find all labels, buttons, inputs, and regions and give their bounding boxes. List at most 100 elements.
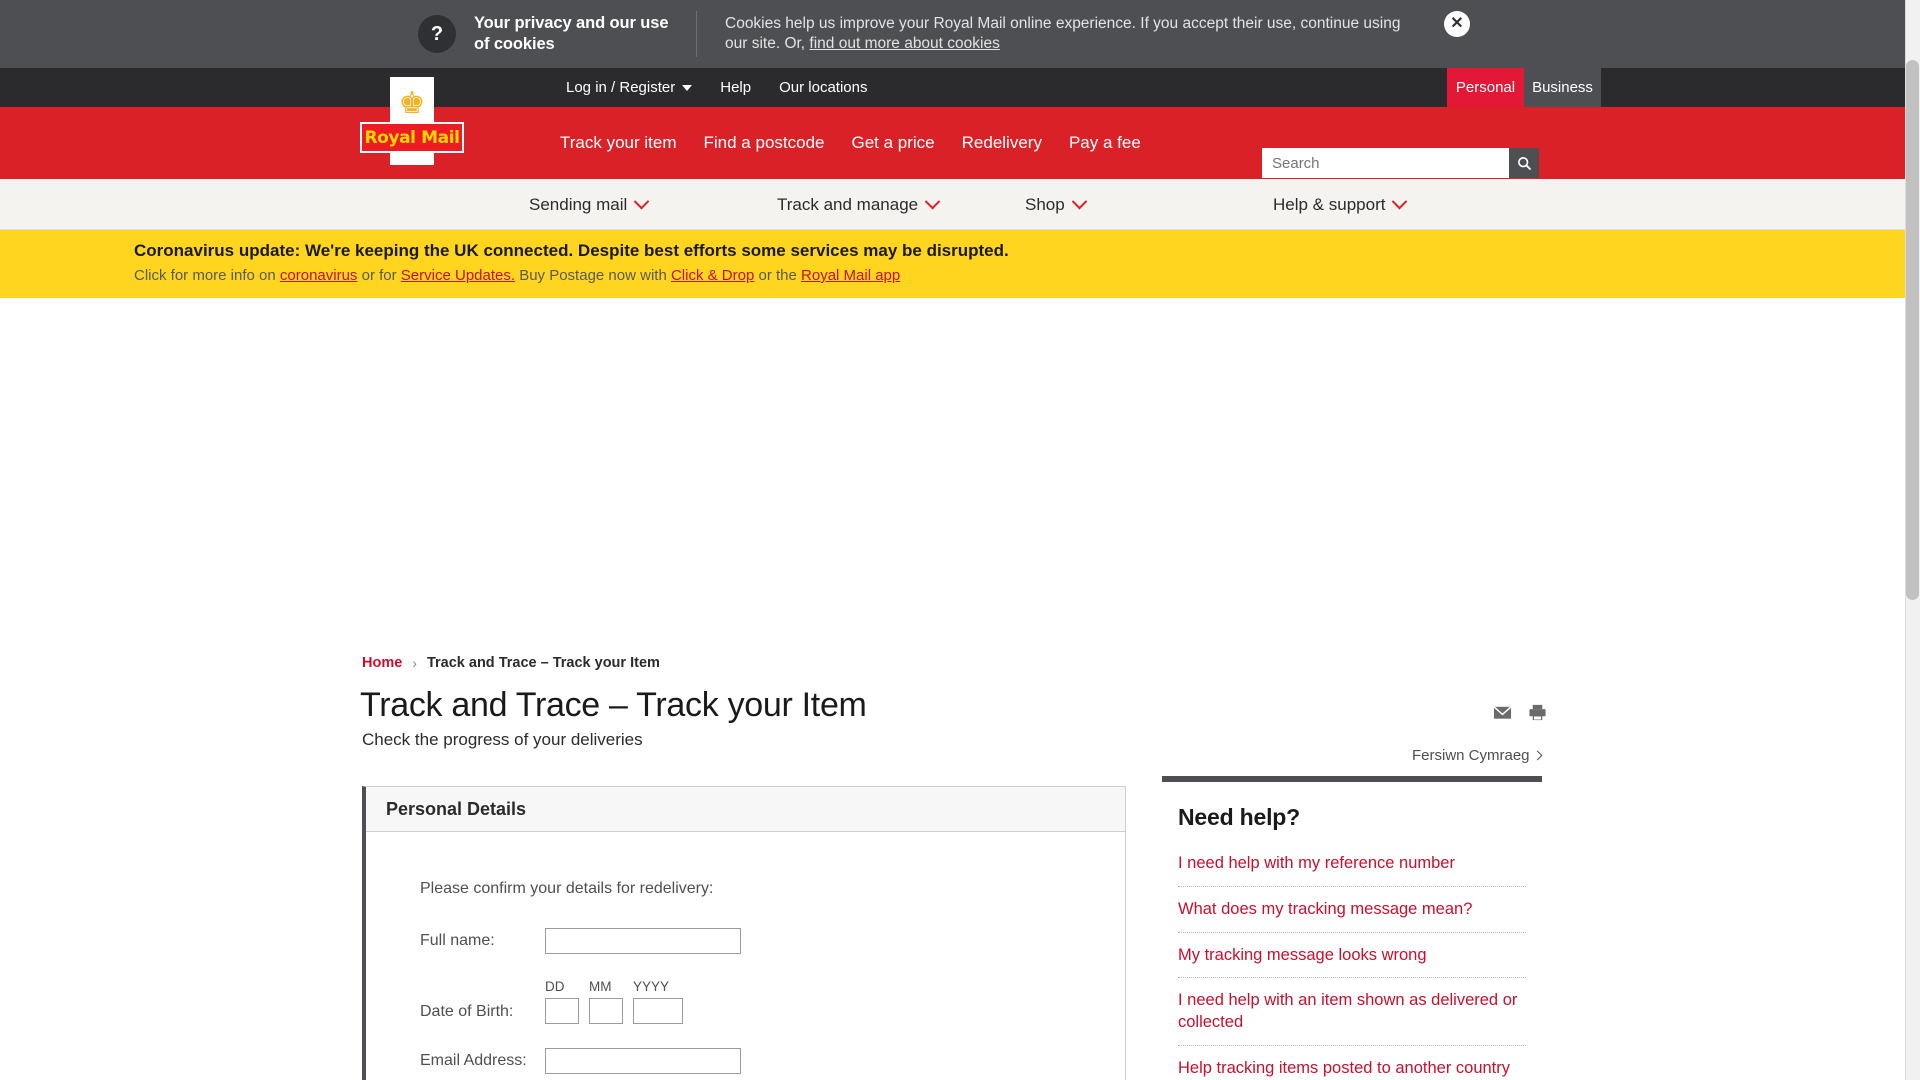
cookie-banner-title: Your privacy and our use of cookies xyxy=(474,13,669,53)
dob-month-caption: MM xyxy=(589,979,612,994)
royal-mail-track-and-trace-page: ? Your privacy and our use of cookies Co… xyxy=(0,0,1920,1080)
mega-menu-bar: Sending mail Track and manage Shop Help … xyxy=(0,179,1920,230)
corona-text-4: or the xyxy=(754,267,802,284)
mega-menu-label: Shop xyxy=(1025,194,1065,214)
dob-year-caption: YYYY xyxy=(633,979,670,994)
logo-foot xyxy=(390,153,434,165)
page-actions xyxy=(1493,703,1547,722)
need-help-list: I need help with my reference number Wha… xyxy=(1178,853,1526,1080)
nav-redelivery[interactable]: Redelivery xyxy=(962,133,1042,153)
coronavirus-link[interactable]: coronavirus xyxy=(280,267,358,284)
email-address-input[interactable] xyxy=(545,1048,741,1074)
page-scrollbar[interactable] xyxy=(1905,0,1920,1080)
full-name-label: Full name: xyxy=(420,932,495,949)
logo-nameplate: Royal Mail xyxy=(360,122,464,153)
search-icon xyxy=(1517,156,1531,170)
coronavirus-banner-title: Coronavirus update: We're keeping the UK… xyxy=(134,241,1009,260)
chevron-down-icon xyxy=(1392,193,1408,210)
page-subtitle: Check the progress of your deliveries xyxy=(362,730,643,749)
search-input[interactable] xyxy=(1262,148,1509,178)
full-name-input[interactable] xyxy=(545,928,741,954)
site-header: ♚ Royal Mail Track your item Find a post… xyxy=(0,77,1920,179)
mega-menu-sending-mail[interactable]: Sending mail xyxy=(529,193,777,215)
personal-details-panel: Personal Details Please confirm your det… xyxy=(362,786,1126,1080)
royal-mail-app-link[interactable]: Royal Mail app xyxy=(801,267,900,284)
breadcrumb-home-link[interactable]: Home xyxy=(362,655,402,671)
logo-text: Royal Mail xyxy=(364,127,460,148)
search-box xyxy=(1262,148,1539,178)
nav-track-your-item[interactable]: Track your item xyxy=(560,133,677,153)
panel-header: Personal Details xyxy=(366,787,1125,832)
help-link-tracking-message-wrong[interactable]: My tracking message looks wrong xyxy=(1178,945,1526,979)
cookie-find-out-more-link[interactable]: find out more about cookies xyxy=(809,35,999,52)
corona-text-3: Buy Postage now with xyxy=(515,267,671,284)
cookie-banner-divider xyxy=(696,11,697,57)
mega-menu-help-and-support[interactable]: Help & support xyxy=(1273,193,1521,215)
utility-link-label: Help xyxy=(720,79,752,96)
mega-menu-label: Track and manage xyxy=(777,194,919,214)
help-link-items-posted-another-country[interactable]: Help tracking items posted to another co… xyxy=(1178,1058,1526,1080)
scrollbar-thumb[interactable] xyxy=(1906,60,1919,600)
crown-icon: ♚ xyxy=(398,87,426,120)
print-icon[interactable] xyxy=(1528,703,1547,722)
audience-tabs: Personal Business xyxy=(1447,68,1601,107)
dob-month-cell: MM xyxy=(589,979,623,1024)
dob-day-input[interactable] xyxy=(545,998,579,1024)
utility-link-help[interactable]: Help xyxy=(720,79,751,96)
dob-year-cell: YYYY xyxy=(633,979,683,1024)
nav-find-a-postcode[interactable]: Find a postcode xyxy=(704,133,825,153)
cookie-banner-text: Cookies help us improve your Royal Mail … xyxy=(725,14,1425,55)
field-row-email-address: Email Address: xyxy=(420,1048,1125,1074)
help-link-item-delivered-or-collected[interactable]: I need help with an item shown as delive… xyxy=(1178,990,1526,1046)
corona-text-2: or for xyxy=(357,267,401,284)
help-link-tracking-message-mean[interactable]: What does my tracking message mean? xyxy=(1178,899,1526,933)
field-row-date-of-birth: Date of Birth: DD MM YYYY xyxy=(420,979,1125,1024)
mega-menu-track-and-manage[interactable]: Track and manage xyxy=(777,193,1025,215)
utility-link-log-in-register[interactable]: Log in / Register xyxy=(566,79,693,96)
utility-link-label: Log in / Register xyxy=(566,79,676,96)
panel-body: Please confirm your details for redelive… xyxy=(366,832,1125,1080)
click-and-drop-link[interactable]: Click & Drop xyxy=(671,267,754,284)
mega-menu-label: Help & support xyxy=(1273,194,1386,214)
question-mark-icon: ? xyxy=(418,15,456,53)
need-help-heading: Need help? xyxy=(1178,804,1300,830)
utility-links: Log in / Register Help Our locations xyxy=(566,79,867,96)
nav-get-a-price[interactable]: Get a price xyxy=(851,133,934,153)
date-of-birth-label: Date of Birth: xyxy=(420,1003,514,1020)
dob-year-input[interactable] xyxy=(633,998,683,1024)
dob-day-cell: DD xyxy=(545,979,579,1024)
chevron-down-icon xyxy=(1071,193,1087,210)
search-button[interactable] xyxy=(1509,148,1539,178)
email-address-label: Email Address: xyxy=(420,1052,527,1069)
close-icon[interactable]: ✕ xyxy=(1444,11,1470,37)
welsh-version-label: Fersiwn Cymraeg xyxy=(1412,747,1530,764)
need-help-inner: Need help? I need help with my reference… xyxy=(1162,782,1542,1080)
email-icon[interactable] xyxy=(1493,703,1512,722)
tab-business[interactable]: Business xyxy=(1524,68,1601,107)
help-link-reference-number[interactable]: I need help with my reference number xyxy=(1178,853,1526,887)
mega-menu-label: Sending mail xyxy=(529,194,628,214)
welsh-version-link[interactable]: Fersiwn Cymraeg xyxy=(1412,747,1542,764)
page-title: Track and Trace – Track your Item xyxy=(360,686,867,724)
corona-text-1: Click for more info on xyxy=(134,267,280,284)
service-updates-link[interactable]: Service Updates. xyxy=(401,267,515,284)
dob-day-caption: DD xyxy=(545,979,565,994)
cookie-banner: ? Your privacy and our use of cookies Co… xyxy=(0,0,1920,68)
chevron-down-icon xyxy=(924,193,941,210)
main-content: Home › Track and Trace – Track your Item… xyxy=(0,298,1920,1080)
utility-link-label: Our locations xyxy=(779,79,868,96)
chevron-down-icon xyxy=(682,84,693,91)
breadcrumb: Home › Track and Trace – Track your Item xyxy=(362,655,660,671)
nav-pay-a-fee[interactable]: Pay a fee xyxy=(1069,133,1141,153)
tab-personal[interactable]: Personal xyxy=(1447,68,1524,107)
utility-link-our-locations[interactable]: Our locations xyxy=(779,79,867,96)
chevron-right-icon xyxy=(1532,750,1542,761)
chevron-down-icon xyxy=(634,193,650,210)
coronavirus-banner: Coronavirus update: We're keeping the UK… xyxy=(0,230,1920,298)
form-intro-text: Please confirm your details for redelive… xyxy=(420,880,714,897)
dob-month-input[interactable] xyxy=(589,998,623,1024)
breadcrumb-current: Track and Trace – Track your Item xyxy=(426,655,660,671)
coronavirus-banner-subtext: Click for more info on coronavirus or fo… xyxy=(134,267,1920,284)
royal-mail-logo[interactable]: ♚ Royal Mail xyxy=(360,77,464,165)
mega-menu-shop[interactable]: Shop xyxy=(1025,193,1273,215)
